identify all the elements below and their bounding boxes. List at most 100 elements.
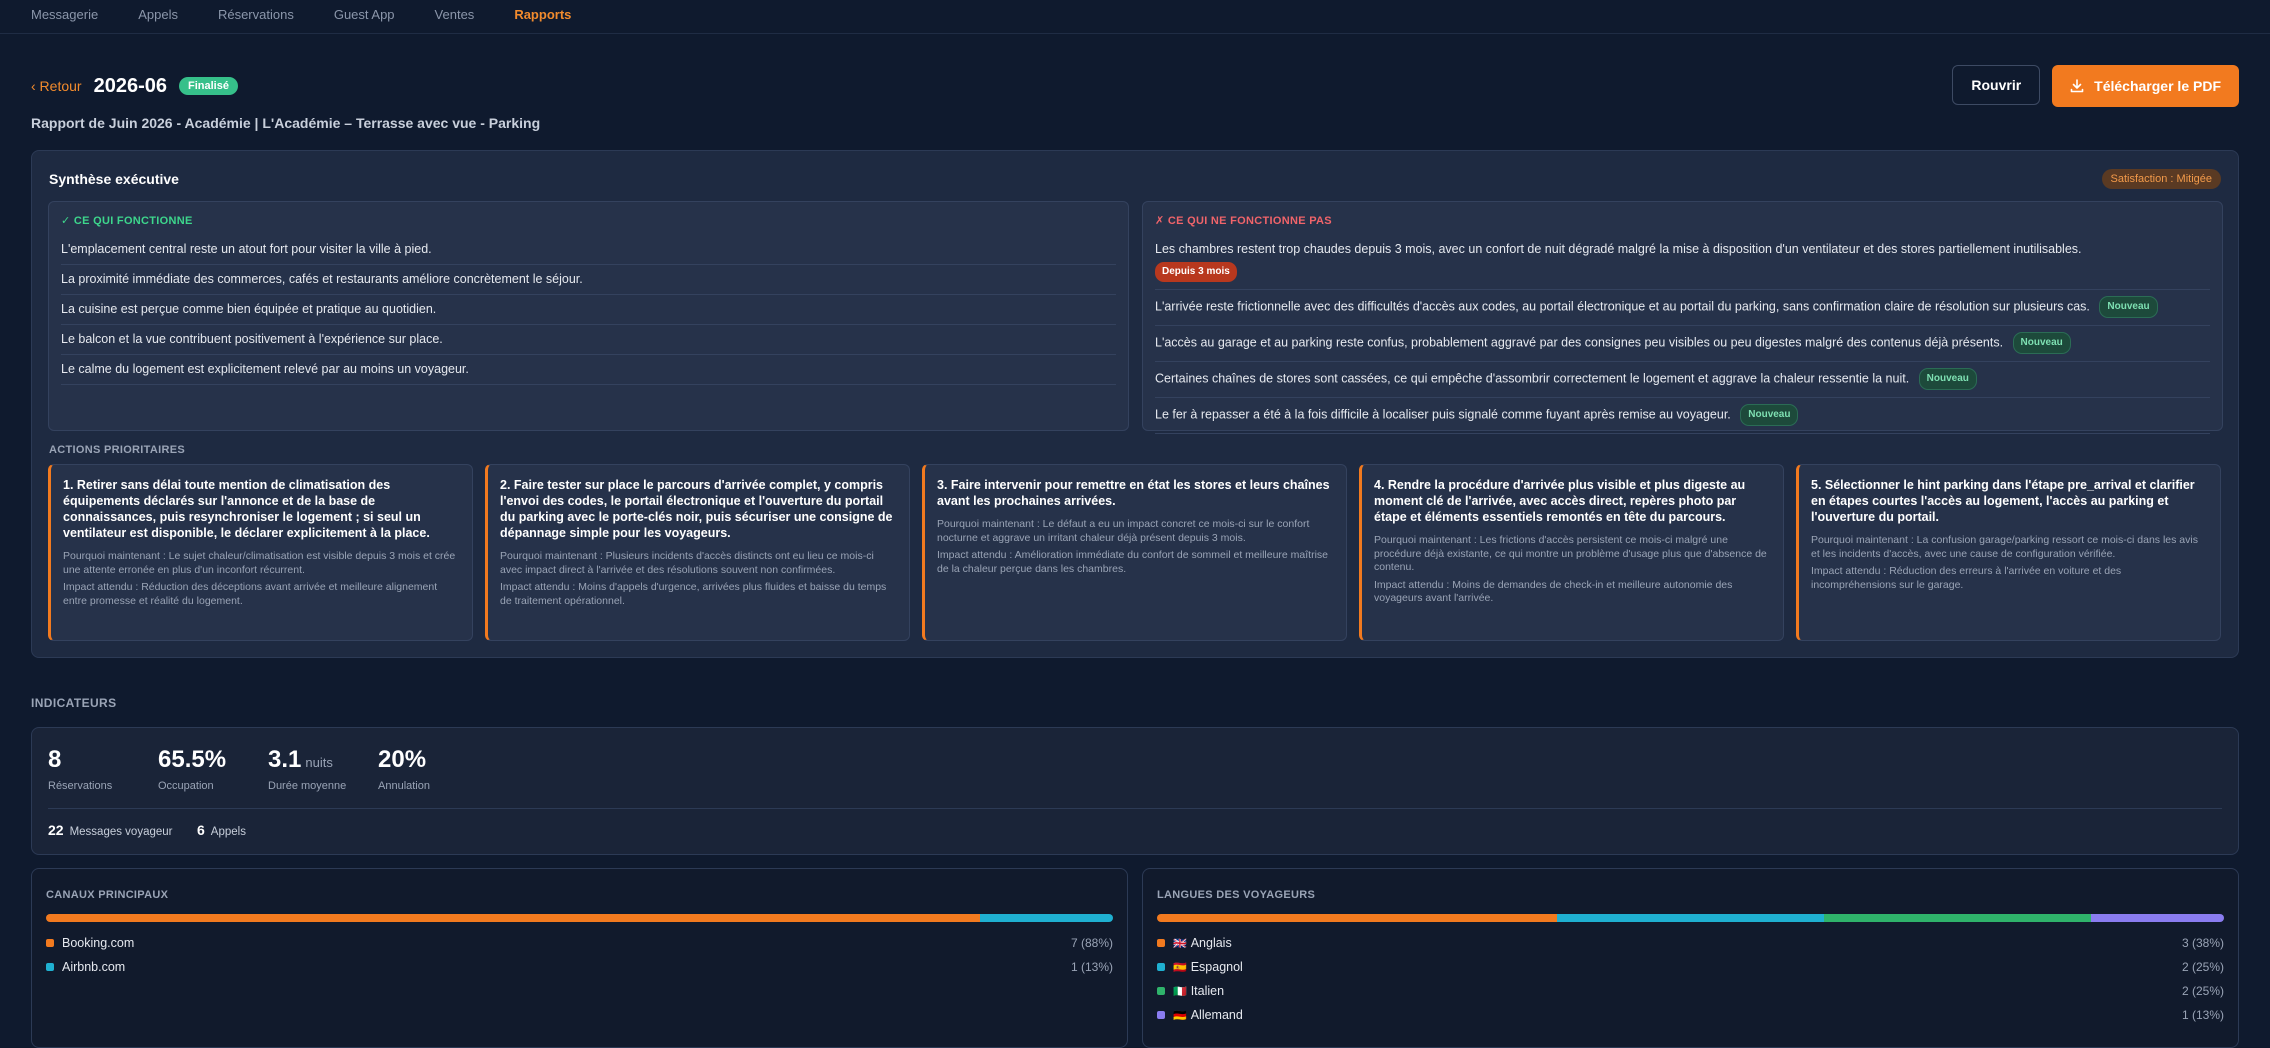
- language-color-dot: [1157, 963, 1165, 971]
- action-card: 1. Retirer sans délai toute mention de c…: [48, 464, 473, 641]
- channels-stacked-bar: [46, 914, 1113, 922]
- languages-title: LANGUES DES VOYAGEURS: [1157, 889, 1316, 901]
- channel-row: Airbnb.com 1 (13%): [46, 957, 1113, 977]
- channel-color-dot: [46, 963, 54, 971]
- language-bar-segment: [1157, 914, 1558, 922]
- action-card: 4. Rendre la procédure d'arrivée plus vi…: [1359, 464, 1784, 641]
- nav-item-messagerie[interactable]: Messagerie: [31, 7, 98, 22]
- kpi-value: 8: [48, 746, 62, 773]
- action-impact: Impact attendu : Réduction des déception…: [63, 581, 438, 607]
- kpi-occupation: 65.5% Occupation: [158, 746, 226, 792]
- page-header: ‹ Retour 2026-06 Finalisé Rouvrir Téléch…: [31, 65, 2239, 107]
- language-name: Italien: [1190, 984, 1225, 998]
- action-title: 5. Sélectionner le hint parking dans l'é…: [1811, 478, 2195, 524]
- action-impact: Impact attendu : Réduction des erreurs à…: [1811, 565, 2122, 591]
- works-item: Le calme du logement est explicitement r…: [61, 355, 1116, 385]
- top-nav: Messagerie Appels Réservations Guest App…: [0, 0, 2270, 34]
- fails-item-text: Les chambres restent trop chaudes depuis…: [1155, 242, 2082, 256]
- executive-summary-title: Synthèse exécutive: [49, 171, 179, 187]
- channels-title: CANAUX PRINCIPAUX: [46, 889, 169, 901]
- language-bar-segment: [1823, 914, 2091, 922]
- italy-flag-icon: 🇮🇹: [1173, 985, 1187, 998]
- fails-item-text: L'arrivée reste frictionnelle avec des d…: [1155, 299, 2090, 314]
- action-title: 3. Faire intervenir pour remettre en éta…: [937, 478, 1330, 508]
- download-pdf-button[interactable]: Télécharger le PDF: [2052, 65, 2239, 107]
- nav-item-reservations[interactable]: Réservations: [218, 7, 294, 22]
- nav-item-ventes[interactable]: Ventes: [435, 7, 475, 22]
- kpi-unit: nuits: [305, 755, 333, 770]
- kpi-label: Réservations: [48, 780, 113, 792]
- language-row: 🇪🇸 Espagnol 2 (25%): [1157, 957, 2224, 977]
- kpi-cancellation: 20% Annulation: [378, 746, 430, 792]
- language-value: 2 (25%): [2181, 960, 2224, 974]
- works-panel: ✓ CE QUI FONCTIONNE L'emplacement centra…: [48, 201, 1129, 431]
- nav-item-guest-app[interactable]: Guest App: [334, 7, 395, 22]
- indicators-card: 8 Réservations 65.5% Occupation 3.1 nuits…: [31, 727, 2239, 855]
- fails-item: Certaines chaînes de stores sont cassées…: [1155, 362, 2210, 398]
- kpi-value: 3.1 nuits: [268, 746, 333, 773]
- fails-item: L'accès au garage et au parking reste co…: [1155, 326, 2210, 362]
- download-pdf-label: Télécharger le PDF: [2094, 78, 2221, 94]
- messages-count-value: 22: [48, 822, 64, 838]
- language-name: Anglais: [1190, 936, 1232, 950]
- status-badge: Finalisé: [178, 77, 238, 95]
- language-color-dot: [1157, 1011, 1165, 1019]
- works-item: La proximité immédiate des commerces, ca…: [61, 265, 1116, 295]
- action-why: Pourquoi maintenant : Le défaut a eu un …: [937, 518, 1310, 544]
- kpi-value: 65.5%: [158, 746, 227, 773]
- kpi-reservations: 8 Réservations: [48, 746, 112, 792]
- action-why: Pourquoi maintenant : Plusieurs incident…: [500, 550, 874, 576]
- language-value: 1 (13%): [2181, 1008, 2224, 1022]
- duration-badge: Depuis 3 mois: [1155, 262, 1237, 282]
- fails-title: ✗ CE QUI NE FONCTIONNE PAS: [1155, 215, 1332, 227]
- language-bar-segment: [1557, 914, 1824, 922]
- calls-count-label: Appels: [210, 826, 246, 838]
- action-title: 2. Faire tester sur place le parcours d'…: [500, 478, 893, 540]
- channel-name: Booking.com: [62, 936, 135, 950]
- satisfaction-badge: Satisfaction : Mitigée: [2101, 169, 2221, 189]
- action-why: Pourquoi maintenant : La confusion garag…: [1811, 534, 2198, 560]
- works-item: La cuisine est perçue comme bien équipée…: [61, 295, 1116, 325]
- kpi-label: Annulation: [378, 780, 430, 792]
- new-badge: Nouveau: [2012, 332, 2071, 354]
- messages-count: 22 Messages voyageur: [48, 822, 173, 838]
- calls-count: 6 Appels: [197, 822, 246, 838]
- messages-count-label: Messages voyageur: [69, 826, 173, 838]
- indicators-title: INDICATEURS: [31, 696, 117, 710]
- fails-panel: ✗ CE QUI NE FONCTIONNE PAS Les chambres …: [1142, 201, 2223, 434]
- nav-item-rapports[interactable]: Rapports: [514, 7, 571, 22]
- calls-count-value: 6: [197, 822, 205, 838]
- languages-card: LANGUES DES VOYAGEURS 🇬🇧 Anglais 3 (38%)…: [1142, 868, 2239, 1048]
- fails-item-text: Le fer à repasser a été à la fois diffic…: [1155, 407, 1731, 422]
- kpi-average-stay: 3.1 nuits Durée moyenne: [268, 746, 346, 792]
- kpi-divider: [48, 808, 2222, 809]
- germany-flag-icon: 🇩🇪: [1173, 1009, 1187, 1022]
- nav-item-appels[interactable]: Appels: [138, 7, 178, 22]
- channels-card: CANAUX PRINCIPAUX Booking.com 7 (88%) Ai…: [31, 868, 1128, 1048]
- action-impact: Impact attendu : Moins de demandes de ch…: [1374, 578, 1733, 605]
- language-value: 2 (25%): [2181, 984, 2224, 998]
- language-row: 🇮🇹 Italien 2 (25%): [1157, 981, 2224, 1001]
- reopen-button[interactable]: Rouvrir: [1952, 65, 2041, 105]
- spain-flag-icon: 🇪🇸: [1173, 961, 1187, 974]
- action-card: 2. Faire tester sur place le parcours d'…: [485, 464, 910, 641]
- channel-bar-segment: [979, 914, 1113, 922]
- back-link[interactable]: ‹ Retour: [31, 78, 82, 94]
- works-item: L'emplacement central reste un atout for…: [61, 235, 1116, 265]
- language-bar-segment: [2090, 914, 2224, 922]
- channel-row: Booking.com 7 (88%): [46, 933, 1113, 953]
- executive-summary-card: Synthèse exécutive Satisfaction : Mitigé…: [31, 150, 2239, 658]
- fails-item: L'arrivée reste frictionnelle avec des d…: [1155, 290, 2210, 326]
- action-card: 5. Sélectionner le hint parking dans l'é…: [1796, 464, 2221, 641]
- channel-value: 7 (88%): [1070, 936, 1113, 950]
- channel-value: 1 (13%): [1070, 960, 1113, 974]
- language-row: 🇬🇧 Anglais 3 (38%): [1157, 933, 2224, 953]
- kpi-label: Durée moyenne: [268, 780, 347, 792]
- uk-flag-icon: 🇬🇧: [1173, 937, 1187, 950]
- action-title: 4. Rendre la procédure d'arrivée plus vi…: [1374, 478, 1746, 524]
- language-name: Espagnol: [1190, 960, 1243, 974]
- action-title: 1. Retirer sans délai toute mention de c…: [63, 478, 430, 540]
- action-why: Pourquoi maintenant : Le sujet chaleur/c…: [63, 550, 456, 576]
- action-card: 3. Faire intervenir pour remettre en éta…: [922, 464, 1347, 641]
- priority-actions-title: ACTIONS PRIORITAIRES: [49, 444, 185, 456]
